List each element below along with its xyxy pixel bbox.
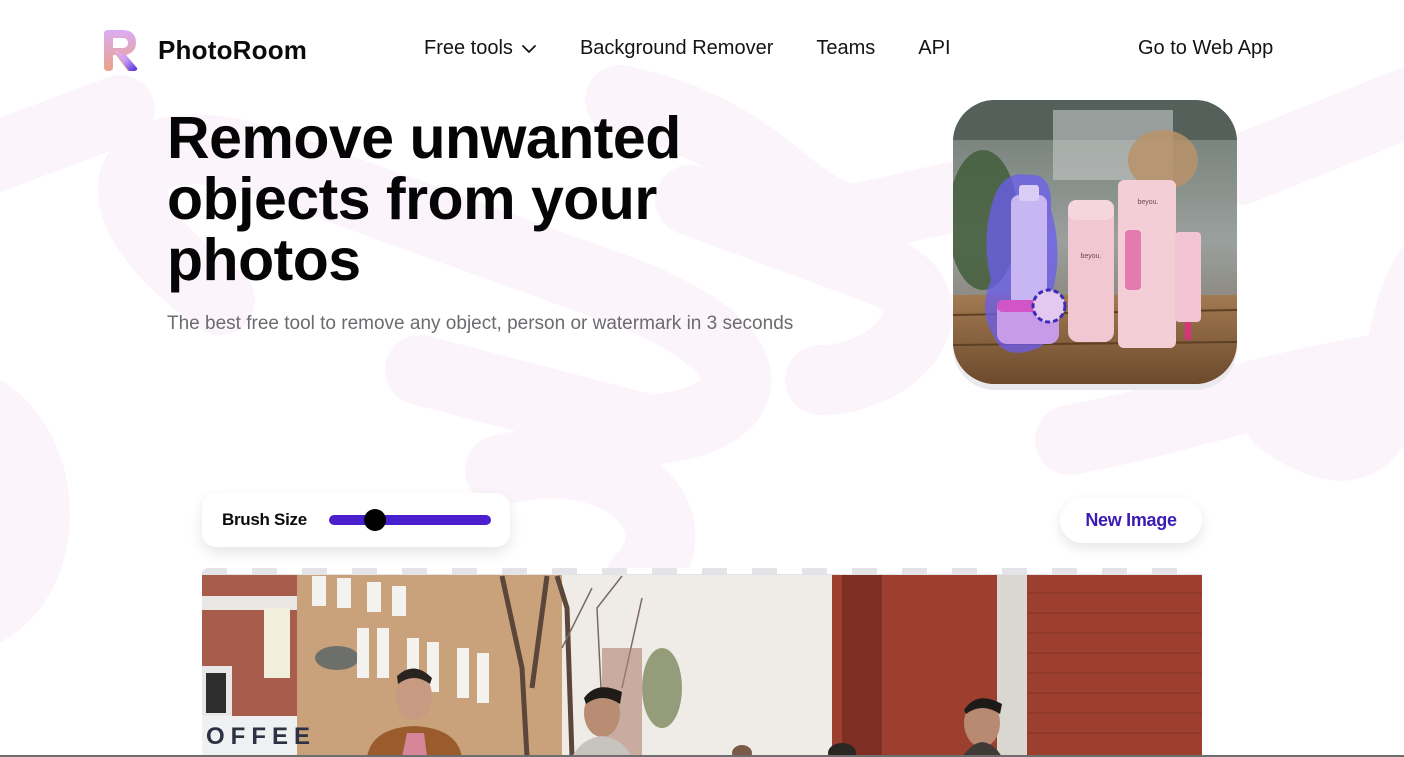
brush-size-panel: Brush Size [202,493,510,547]
brush-size-label: Brush Size [222,510,307,529]
new-image-button[interactable]: New Image [1060,498,1202,543]
nav-free-tools[interactable]: Free tools [424,37,537,60]
site-header: PhotoRoom Free tools Background Remover … [0,0,1404,100]
product-brand-text-2: beyou. [1137,199,1158,206]
brand-name: PhotoRoom [158,34,308,65]
brush-size-slider[interactable] [329,509,491,531]
product-brand-text: beyou. [1080,253,1101,260]
coffee-sign-text: OFFEE [206,723,316,750]
main-nav: Free tools Background Remover Teams API [424,37,951,60]
brand-logo[interactable]: PhotoRoom [100,28,307,72]
nav-background-remover[interactable]: Background Remover [580,37,773,60]
hero-title: Remove unwanted objects from your photos [167,105,681,293]
street-photo-illustration: OFFEE [202,568,1202,757]
editor-canvas[interactable]: OFFEE [202,568,1202,757]
nav-api[interactable]: API [918,37,950,60]
nav-free-tools-label: Free tools [424,37,513,59]
brush-size-slider-thumb[interactable] [364,509,386,531]
go-to-web-app-link[interactable]: Go to Web App [1138,37,1273,60]
nav-teams[interactable]: Teams [816,37,875,60]
hero-subtitle: The best free tool to remove any object,… [167,313,794,334]
product-photo-illustration: beyou. beyou. [953,100,1237,384]
photoroom-logo-icon [104,30,138,71]
chevron-down-icon [522,44,536,53]
hero-product-image: beyou. beyou. [953,100,1237,384]
